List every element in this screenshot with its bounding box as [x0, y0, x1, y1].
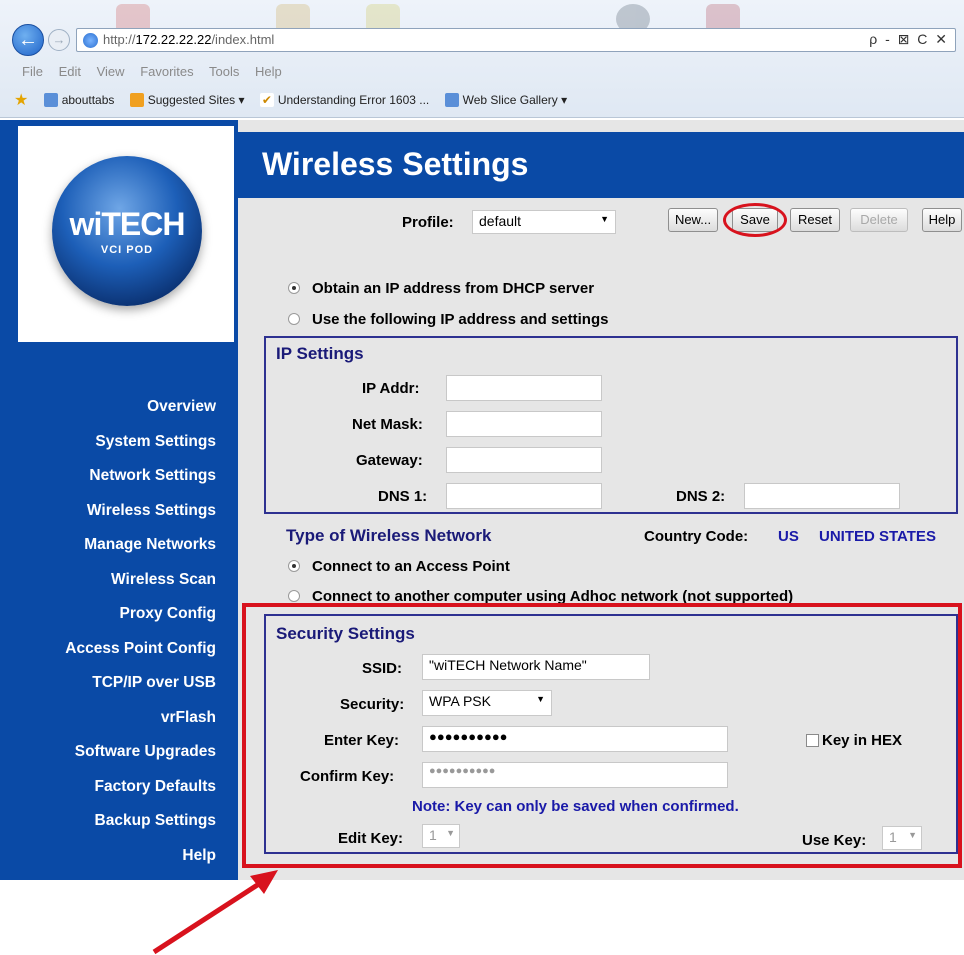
- sidebar-item-backup-settings[interactable]: Backup Settings: [10, 804, 216, 839]
- logo-brand: wiTECH: [69, 206, 186, 242]
- dns2-label: DNS 2:: [676, 488, 726, 505]
- address-bar[interactable]: http://172.22.22.22/index.html ρ - ⊠ C ✕: [76, 28, 956, 52]
- favorite-web-slice-gallery[interactable]: Web Slice Gallery ▾: [444, 93, 567, 108]
- static-ip-radio[interactable]: [288, 313, 300, 326]
- favorite-understanding-error[interactable]: ✔ Understanding Error 1603 ...: [259, 93, 429, 108]
- delete-button[interactable]: Delete: [850, 208, 908, 232]
- page-bottom-margin: [0, 880, 964, 955]
- sidebar-item-factory-defaults[interactable]: Factory Defaults: [10, 770, 216, 805]
- sidebar-nav: Overview System Settings Network Setting…: [10, 390, 216, 873]
- menu-file[interactable]: File: [22, 64, 43, 79]
- netmask-label: Net Mask:: [352, 416, 423, 433]
- static-ip-option[interactable]: Use the following IP address and setting…: [288, 311, 608, 328]
- check-icon: ✔: [259, 93, 274, 108]
- new-profile-button[interactable]: New...: [668, 208, 718, 232]
- sidebar-item-access-point-config[interactable]: Access Point Config: [10, 632, 216, 667]
- security-highlight-box: [242, 603, 962, 868]
- site-favicon-icon: [83, 33, 98, 48]
- address-row: ← → http://172.22.22.22/index.html ρ - ⊠…: [6, 22, 958, 58]
- access-point-option[interactable]: Connect to an Access Point: [288, 558, 510, 575]
- country-code-label: Country Code:: [644, 528, 749, 545]
- address-url: http://172.22.22.22/index.html: [103, 32, 275, 47]
- address-tools[interactable]: ρ - ⊠ C ✕: [869, 31, 949, 48]
- network-type-title: Type of Wireless Network: [286, 526, 492, 545]
- chevron-down-icon: ▼: [600, 214, 609, 224]
- ip-settings-title: IP Settings: [276, 344, 364, 363]
- menu-favorites[interactable]: Favorites: [140, 64, 193, 79]
- menu-tools[interactable]: Tools: [209, 64, 239, 79]
- static-ip-label: Use the following IP address and setting…: [312, 311, 609, 328]
- menu-view[interactable]: View: [97, 64, 125, 79]
- gateway-label: Gateway:: [356, 452, 423, 469]
- sidebar-item-wireless-scan[interactable]: Wireless Scan: [10, 563, 216, 598]
- menu-bar: File Edit View Favorites Tools Help: [22, 64, 294, 84]
- country-code-value: US: [778, 528, 799, 545]
- suggested-sites-icon: [129, 93, 144, 108]
- logo-subtitle: VCI POD: [100, 244, 154, 256]
- adhoc-radio[interactable]: [288, 590, 300, 603]
- favorite-abouttabs[interactable]: abouttabs: [43, 93, 114, 108]
- help-button[interactable]: Help: [922, 208, 962, 232]
- ip-addr-input[interactable]: [446, 375, 602, 401]
- sidebar-item-network-settings[interactable]: Network Settings: [10, 459, 216, 494]
- reset-button[interactable]: Reset: [790, 208, 840, 232]
- sidebar: wiTECH VCI POD Overview System Settings …: [0, 120, 238, 880]
- sidebar-item-overview[interactable]: Overview: [10, 390, 216, 425]
- annotation-arrow-icon: [152, 870, 278, 955]
- country-name-value: UNITED STATES: [819, 528, 936, 545]
- favorite-suggested-sites[interactable]: Suggested Sites ▾: [129, 93, 245, 108]
- favorites-star-icon[interactable]: ★: [14, 90, 28, 110]
- browser-chrome: ← → http://172.22.22.22/index.html ρ - ⊠…: [0, 0, 964, 118]
- sidebar-item-software-upgrades[interactable]: Software Upgrades: [10, 735, 216, 770]
- ip-settings-fieldset: IP Settings IP Addr: Net Mask: Gateway: …: [264, 336, 958, 514]
- page-icon: [43, 93, 58, 108]
- profile-select[interactable]: default ▼: [472, 210, 616, 234]
- profile-label: Profile:: [402, 214, 454, 231]
- dns1-input[interactable]: [446, 483, 602, 509]
- save-highlight-circle: [723, 203, 787, 237]
- page-title: Wireless Settings: [262, 146, 529, 182]
- sidebar-item-tcpip-over-usb[interactable]: TCP/IP over USB: [10, 666, 216, 701]
- sidebar-item-proxy-config[interactable]: Proxy Config: [10, 597, 216, 632]
- dns2-input[interactable]: [744, 483, 900, 509]
- page-icon: [444, 93, 459, 108]
- dhcp-label: Obtain an IP address from DHCP server: [312, 280, 595, 297]
- forward-arrow-icon[interactable]: →: [48, 29, 70, 51]
- witech-logo: wiTECH VCI POD: [52, 156, 202, 306]
- netmask-input[interactable]: [446, 411, 602, 437]
- sidebar-item-wireless-settings[interactable]: Wireless Settings: [10, 494, 216, 529]
- favorites-bar: ★ abouttabs Suggested Sites ▾ ✔ Understan…: [14, 90, 579, 112]
- dhcp-option[interactable]: Obtain an IP address from DHCP server: [288, 280, 594, 297]
- menu-help[interactable]: Help: [255, 64, 282, 79]
- dhcp-radio[interactable]: [288, 282, 300, 295]
- access-point-radio[interactable]: [288, 560, 300, 573]
- ip-addr-label: IP Addr:: [362, 380, 420, 397]
- logo-panel: wiTECH VCI POD: [18, 126, 234, 342]
- profile-value: default: [479, 213, 522, 229]
- sidebar-item-vrflash[interactable]: vrFlash: [10, 701, 216, 736]
- access-point-label: Connect to an Access Point: [312, 558, 510, 575]
- sidebar-item-system-settings[interactable]: System Settings: [10, 425, 216, 460]
- title-banner: Wireless Settings: [238, 132, 964, 198]
- sidebar-item-manage-networks[interactable]: Manage Networks: [10, 528, 216, 563]
- dns1-label: DNS 1:: [378, 488, 428, 505]
- gateway-input[interactable]: [446, 447, 602, 473]
- menu-edit[interactable]: Edit: [59, 64, 81, 79]
- back-arrow-icon[interactable]: ←: [12, 24, 44, 56]
